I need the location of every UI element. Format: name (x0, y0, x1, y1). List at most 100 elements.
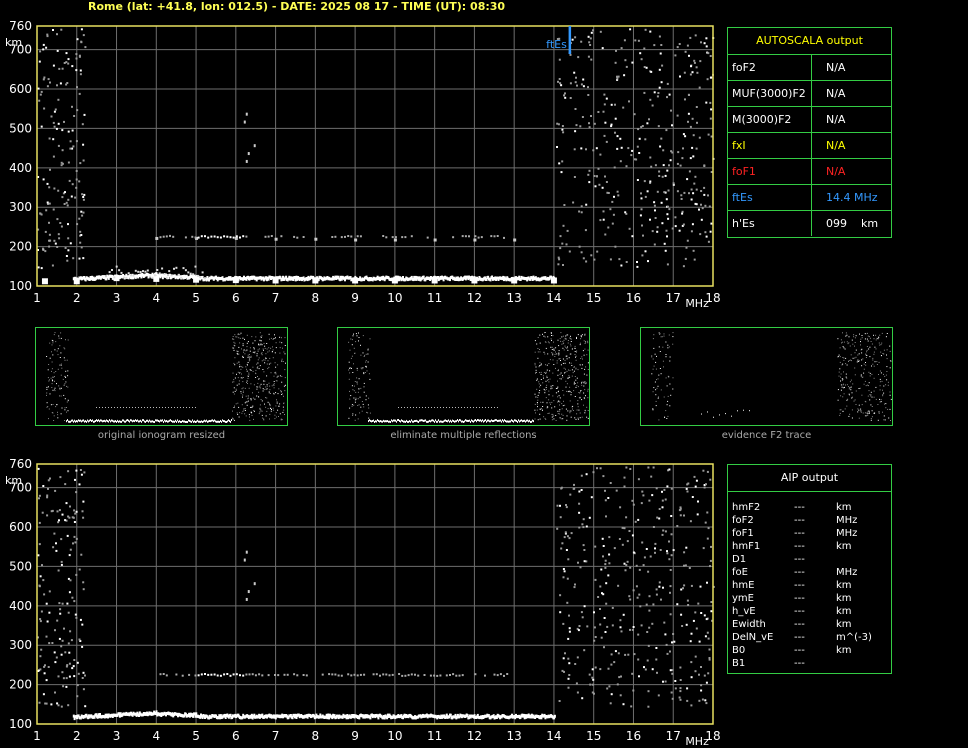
thumb-trace (183, 420, 184, 423)
thumb-noise (560, 378, 562, 380)
noise-point (630, 154, 633, 157)
thumb-noise (366, 370, 368, 372)
trace-scatter (125, 277, 128, 279)
noise-point (67, 58, 70, 61)
noise-point (656, 190, 659, 193)
x-tick-label: 3 (113, 291, 121, 305)
noise-point (68, 651, 71, 654)
ionogram-chart-top: 1 2 3 4 5 6 7 8 9 10 11 12 13 14 15 16 17 181002003004005… (5, 19, 721, 310)
noise-point (82, 196, 85, 198)
thumb-noise (866, 355, 868, 356)
thumb-noise (245, 395, 247, 397)
thumb-noise (890, 360, 892, 362)
noise-point (51, 509, 54, 512)
thumb-trace (177, 419, 178, 422)
thumb-noise (240, 391, 242, 393)
thumb-noise (577, 334, 579, 336)
thumb-trace (179, 420, 180, 423)
noise-point (615, 489, 618, 492)
thumb-noise (849, 387, 851, 389)
thumb-noise (838, 375, 840, 377)
thumb-noise (51, 351, 52, 353)
thumb-noise (269, 407, 271, 409)
thumb-trace (222, 419, 223, 422)
noise-point (683, 584, 686, 587)
thumb-trace (125, 420, 126, 423)
thumb-es (398, 407, 399, 408)
noise-point (41, 564, 43, 567)
thumb-noise (269, 418, 270, 420)
trace-es-echo (223, 673, 226, 676)
noise-point (56, 702, 59, 705)
thumb-noise (537, 399, 539, 401)
noise-point (569, 82, 572, 85)
trace-scatter (204, 277, 206, 280)
thumb-noise (872, 357, 874, 359)
noise-point (79, 241, 82, 244)
noise-point (661, 222, 664, 225)
thumb-noise (64, 359, 66, 361)
noise-point (637, 39, 640, 42)
thumb-noise (567, 346, 568, 348)
noise-point (82, 159, 85, 162)
noise-point (60, 563, 63, 566)
thumb-noise (566, 370, 568, 372)
noise-point (636, 265, 639, 268)
x-tick-label: 4 (152, 729, 160, 743)
thumb-noise (652, 338, 654, 340)
thumb-noise (367, 348, 369, 350)
thumb-noise (247, 383, 248, 384)
noise-point (587, 173, 590, 176)
noise-point (679, 687, 682, 690)
thumb-noise (351, 344, 353, 346)
thumb-noise (266, 388, 268, 390)
thumb-trace (517, 420, 518, 423)
trace-point-es-echo (513, 238, 517, 242)
noise-point (710, 610, 713, 613)
noise-point (599, 153, 602, 156)
thumb-noise (573, 390, 575, 392)
trace-point-es-echo (473, 238, 477, 242)
noise-point (582, 85, 585, 88)
thumb-trace (401, 419, 402, 422)
thumb-noise (539, 372, 540, 374)
thumb-trace (530, 420, 531, 423)
thumb-noise (268, 350, 270, 352)
noise-point (703, 165, 706, 167)
thumb-trace (68, 420, 69, 423)
noise-point (620, 675, 622, 678)
noise-point (637, 633, 640, 636)
noise-point (614, 117, 617, 120)
noise-point (608, 562, 611, 565)
thumb-noise (563, 349, 565, 351)
thumb-trace (187, 420, 188, 423)
thumb-noise (551, 419, 553, 421)
aip-value: --- (794, 632, 805, 643)
thumb-noise (534, 364, 536, 366)
thumb-trace (450, 419, 451, 422)
trace-es-echo (239, 674, 241, 677)
noise-point (670, 109, 672, 112)
thumb-trace (81, 420, 82, 423)
thumb-noise (560, 332, 562, 334)
thumb-noise (238, 383, 240, 385)
noise-point (688, 567, 691, 569)
trace-es-echo (503, 674, 505, 677)
thumb-noise (539, 390, 541, 391)
thumb-noise (543, 389, 545, 391)
noise-point (609, 702, 612, 705)
thumb-noise (577, 382, 579, 384)
thumb-noise (353, 385, 355, 387)
thumb-trace (102, 420, 103, 423)
thumb-noise (545, 388, 547, 390)
noise-point (74, 613, 77, 616)
noise-point (705, 702, 708, 705)
x-axis-label: MHz (685, 735, 709, 748)
noise-point (556, 146, 558, 148)
thumb-noise (364, 354, 366, 356)
noise-point (61, 671, 64, 674)
noise-point (666, 552, 669, 555)
thumb-noise (46, 388, 48, 390)
thumb-noise (268, 333, 270, 335)
noise-point (38, 497, 40, 500)
